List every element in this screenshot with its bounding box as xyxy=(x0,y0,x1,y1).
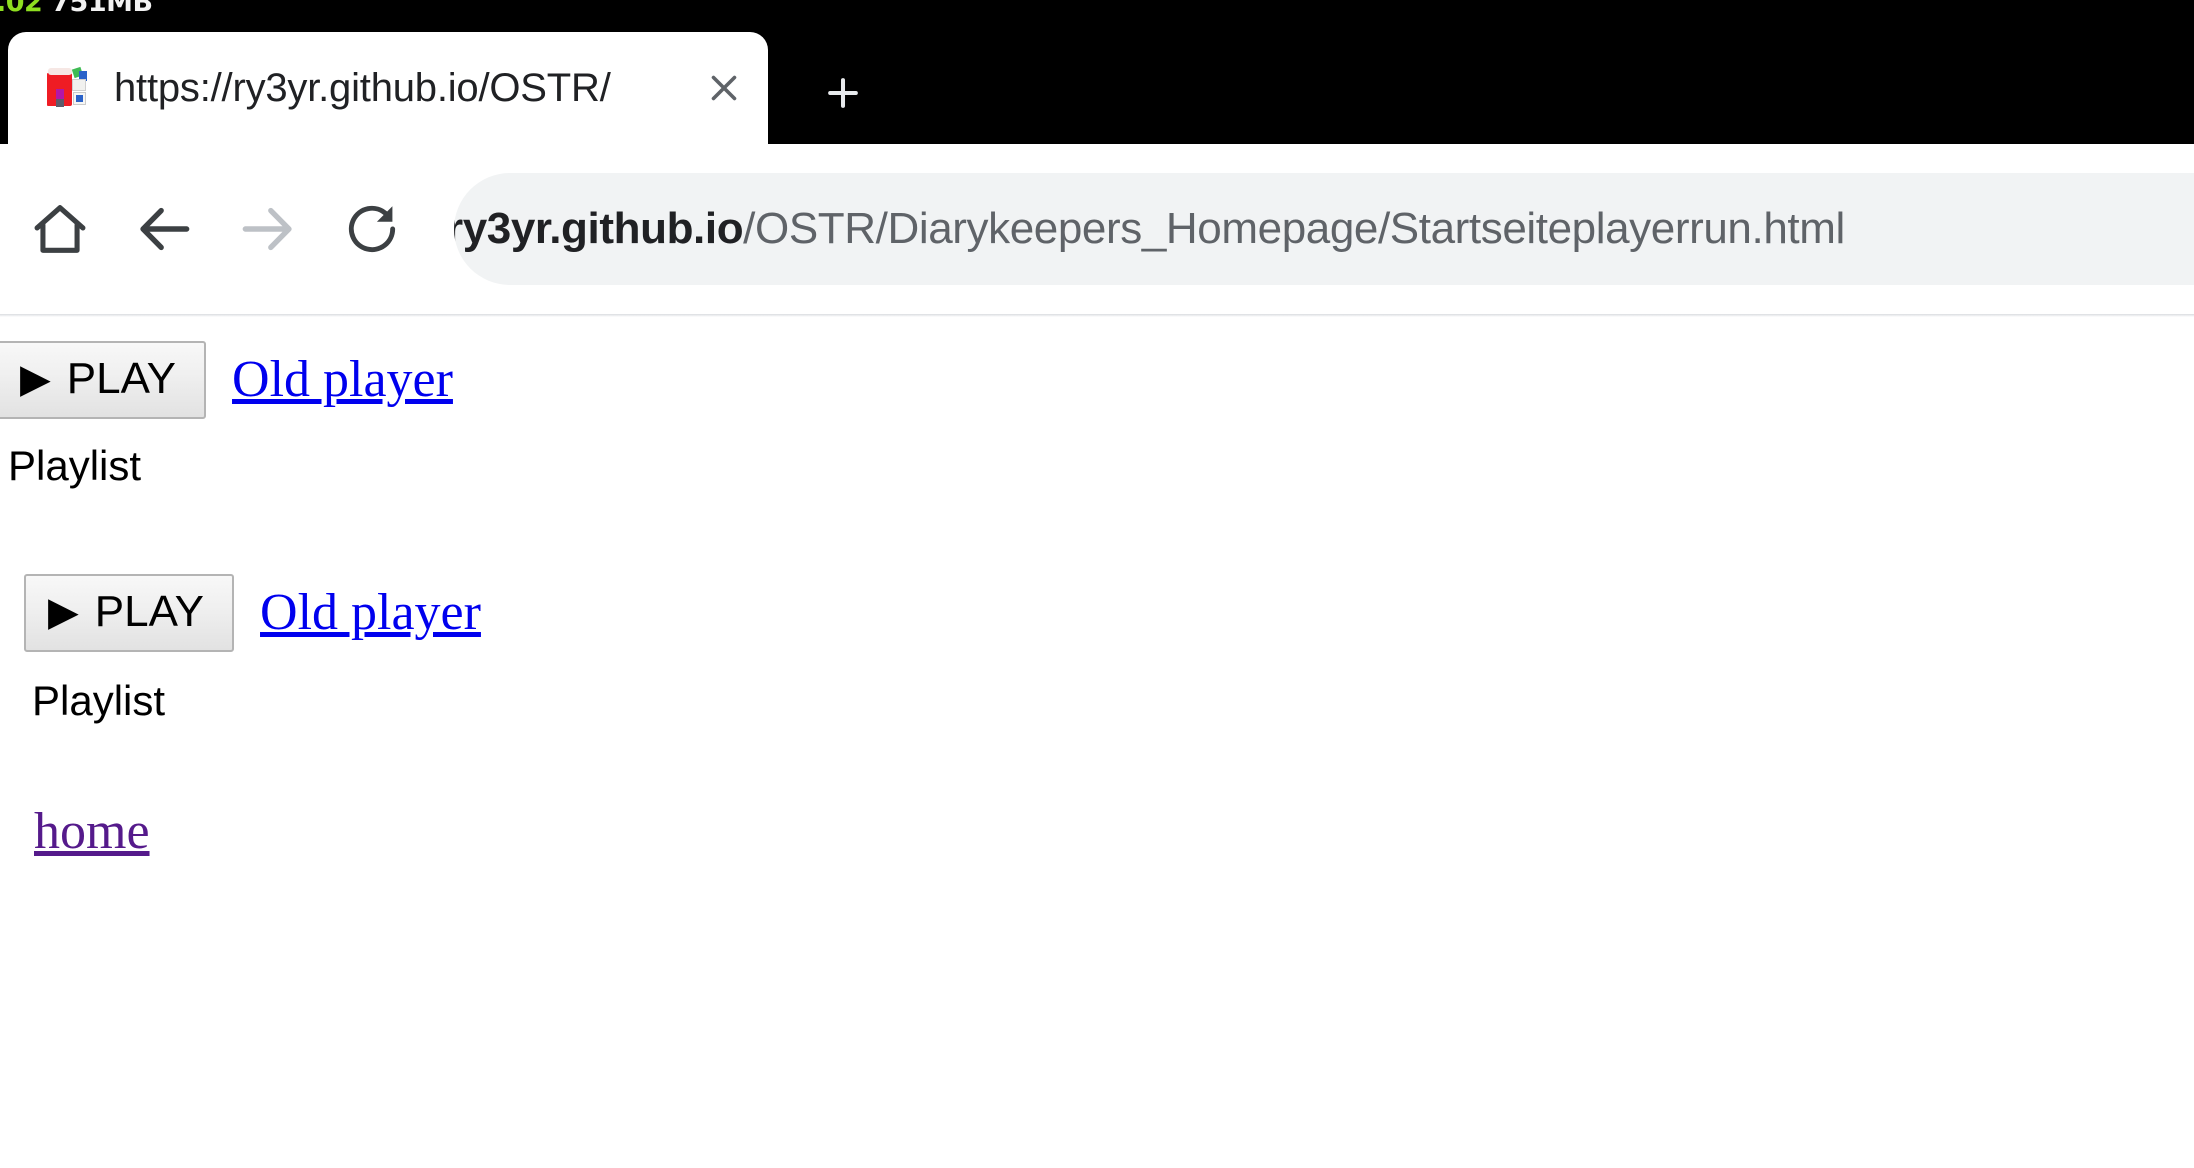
close-icon[interactable] xyxy=(696,60,752,116)
home-link[interactable]: home xyxy=(34,806,150,858)
browser-toolbar: ry3yr.github.io/OSTR/Diarykeepers_Homepa… xyxy=(0,144,2194,314)
reload-icon[interactable] xyxy=(320,177,424,281)
play-button-1[interactable]: ▶ PLAY xyxy=(0,341,207,419)
overlay-fps-value: .02 xyxy=(0,0,43,18)
page-content: ▶ PLAY Old player Playlist ▶ PLAY Old pl… xyxy=(0,317,2194,1168)
play-button-label-1: PLAY xyxy=(66,354,177,403)
url-path: /OSTR/Diarykeepers_Homepage/Startseitepl… xyxy=(743,204,1845,253)
tab-title: https://ry3yr.github.io/OSTR/ xyxy=(114,65,611,110)
play-button-2[interactable]: ▶ PLAY xyxy=(24,574,235,652)
forward-arrow-icon xyxy=(216,177,320,281)
overlay-memory-value: 751MB xyxy=(51,0,153,18)
address-bar[interactable]: ry3yr.github.io/OSTR/Diarykeepers_Homepa… xyxy=(454,173,2194,285)
playlist-label-1: Playlist xyxy=(8,442,142,489)
old-player-link-1[interactable]: Old player xyxy=(232,354,453,406)
playlist-label-2: Playlist xyxy=(32,677,166,724)
play-button-label-2: PLAY xyxy=(94,587,205,636)
performance-overlay: .02 751MB xyxy=(0,0,2194,22)
url-host: ry3yr.github.io xyxy=(454,204,744,253)
back-arrow-icon[interactable] xyxy=(112,177,216,281)
browser-tab-active[interactable]: https://ry3yr.github.io/OSTR/ xyxy=(8,32,768,144)
home-icon[interactable] xyxy=(8,177,112,281)
player-row-1: ▶ PLAY Old player xyxy=(0,341,2194,419)
player-row-2: ▶ PLAY Old player xyxy=(24,574,2194,652)
play-triangle-icon: ▶ xyxy=(20,357,51,401)
red-diary-book-favicon xyxy=(46,66,88,109)
old-player-link-2[interactable]: Old player xyxy=(260,587,481,639)
address-bar-url: ry3yr.github.io/OSTR/Diarykeepers_Homepa… xyxy=(454,204,1845,254)
browser-window: https://ry3yr.github.io/OSTR/ .02 751MB xyxy=(0,0,2194,1168)
play-triangle-icon: ▶ xyxy=(48,590,79,634)
new-tab-button[interactable] xyxy=(812,62,874,124)
